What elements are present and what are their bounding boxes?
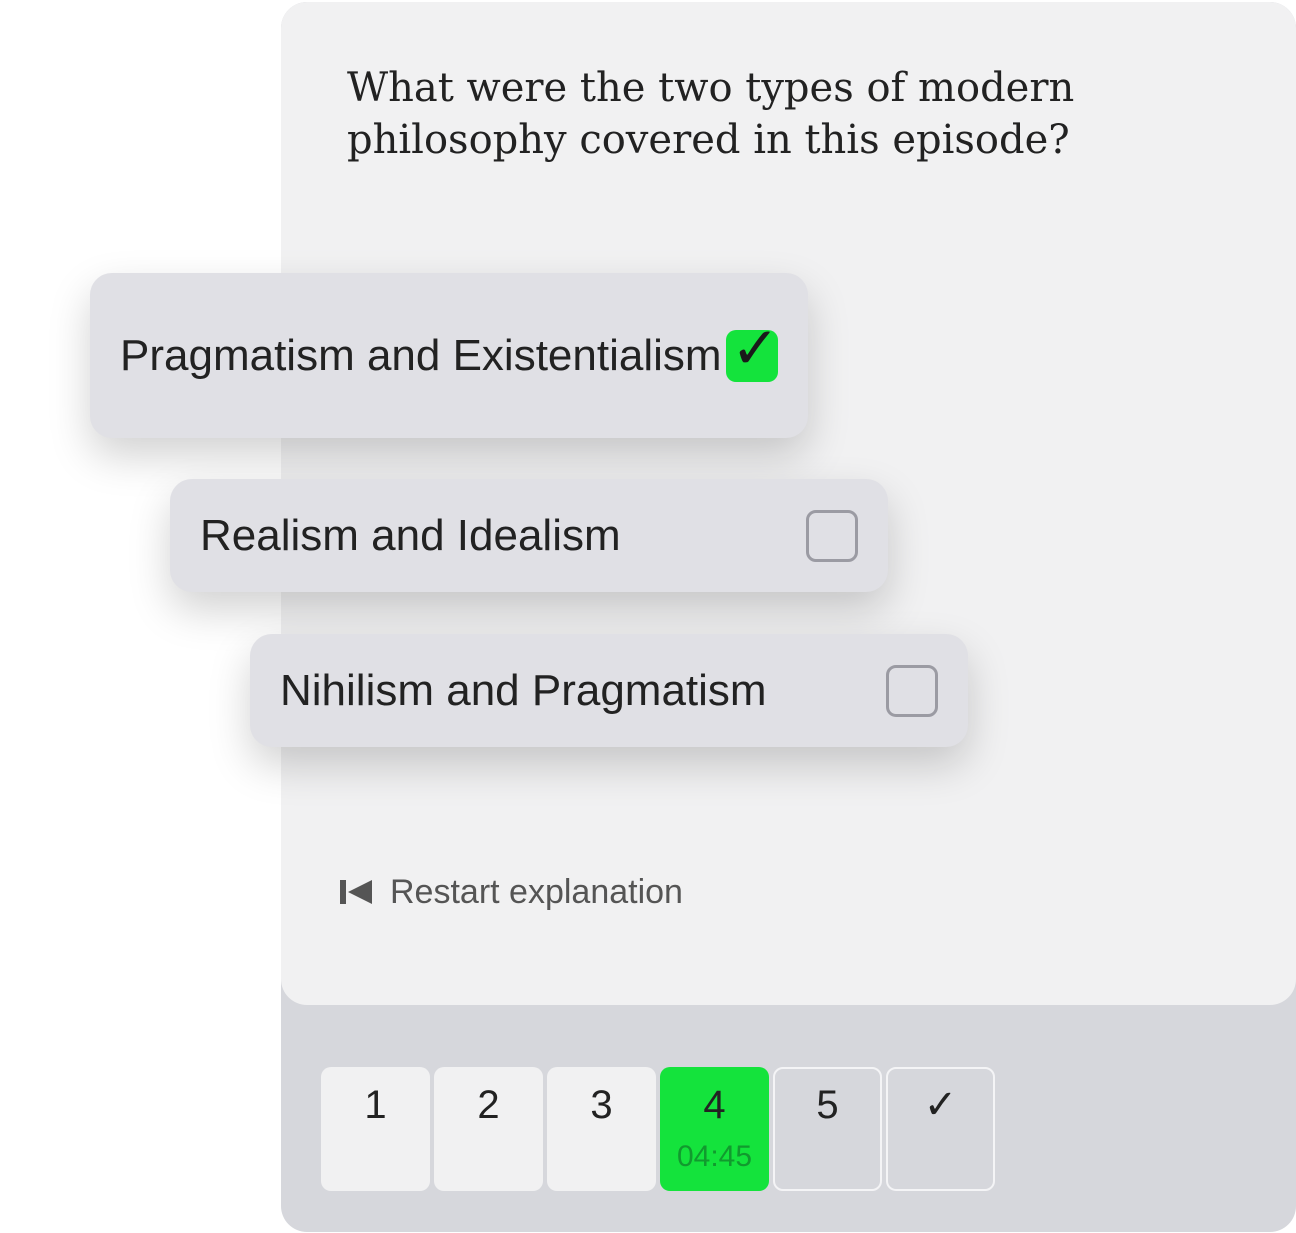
step-4-button[interactable]: 4 04:45 [660,1067,769,1191]
step-number: 5 [816,1083,839,1127]
step-timer: 04:45 [676,1140,753,1173]
step-navigator: 1 2 3 4 04:45 5 ✓ [321,1067,995,1191]
answer-option-1[interactable]: Pragmatism and Existentialism ✓ [90,273,808,438]
step-5-button[interactable]: 5 [773,1067,882,1191]
checkmark-icon: ✓ [731,315,780,381]
step-number: 2 [477,1083,500,1127]
step-number: 4 [703,1083,726,1127]
step-2-button[interactable]: 2 [434,1067,543,1191]
answer-option-3[interactable]: Nihilism and Pragmatism [250,634,968,747]
restart-explanation-button[interactable]: Restart explanation [340,870,683,914]
checkbox-checked-icon[interactable]: ✓ [726,319,780,382]
question-text: What were the two types of modern philos… [347,65,1075,163]
checkbox-empty-icon[interactable] [806,509,858,562]
quiz-card: What were the two types of modern philos… [281,2,1296,1232]
answer-option-label: Nihilism and Pragmatism [280,665,767,715]
answer-option-2[interactable]: Realism and Idealism [170,479,888,592]
step-number: 3 [590,1083,613,1127]
check-icon: ✓ [923,1083,958,1127]
step-3-button[interactable]: 3 [547,1067,656,1191]
step-1-button[interactable]: 1 [321,1067,430,1191]
step-number: 1 [364,1083,387,1127]
answer-option-label: Realism and Idealism [200,510,621,560]
finish-step-button[interactable]: ✓ [886,1067,995,1191]
answer-option-label: Pragmatism and Existentialism [120,330,722,380]
restart-label: Restart explanation [390,873,683,911]
skip-back-icon [340,880,372,904]
checkbox-empty-icon[interactable] [886,664,938,717]
